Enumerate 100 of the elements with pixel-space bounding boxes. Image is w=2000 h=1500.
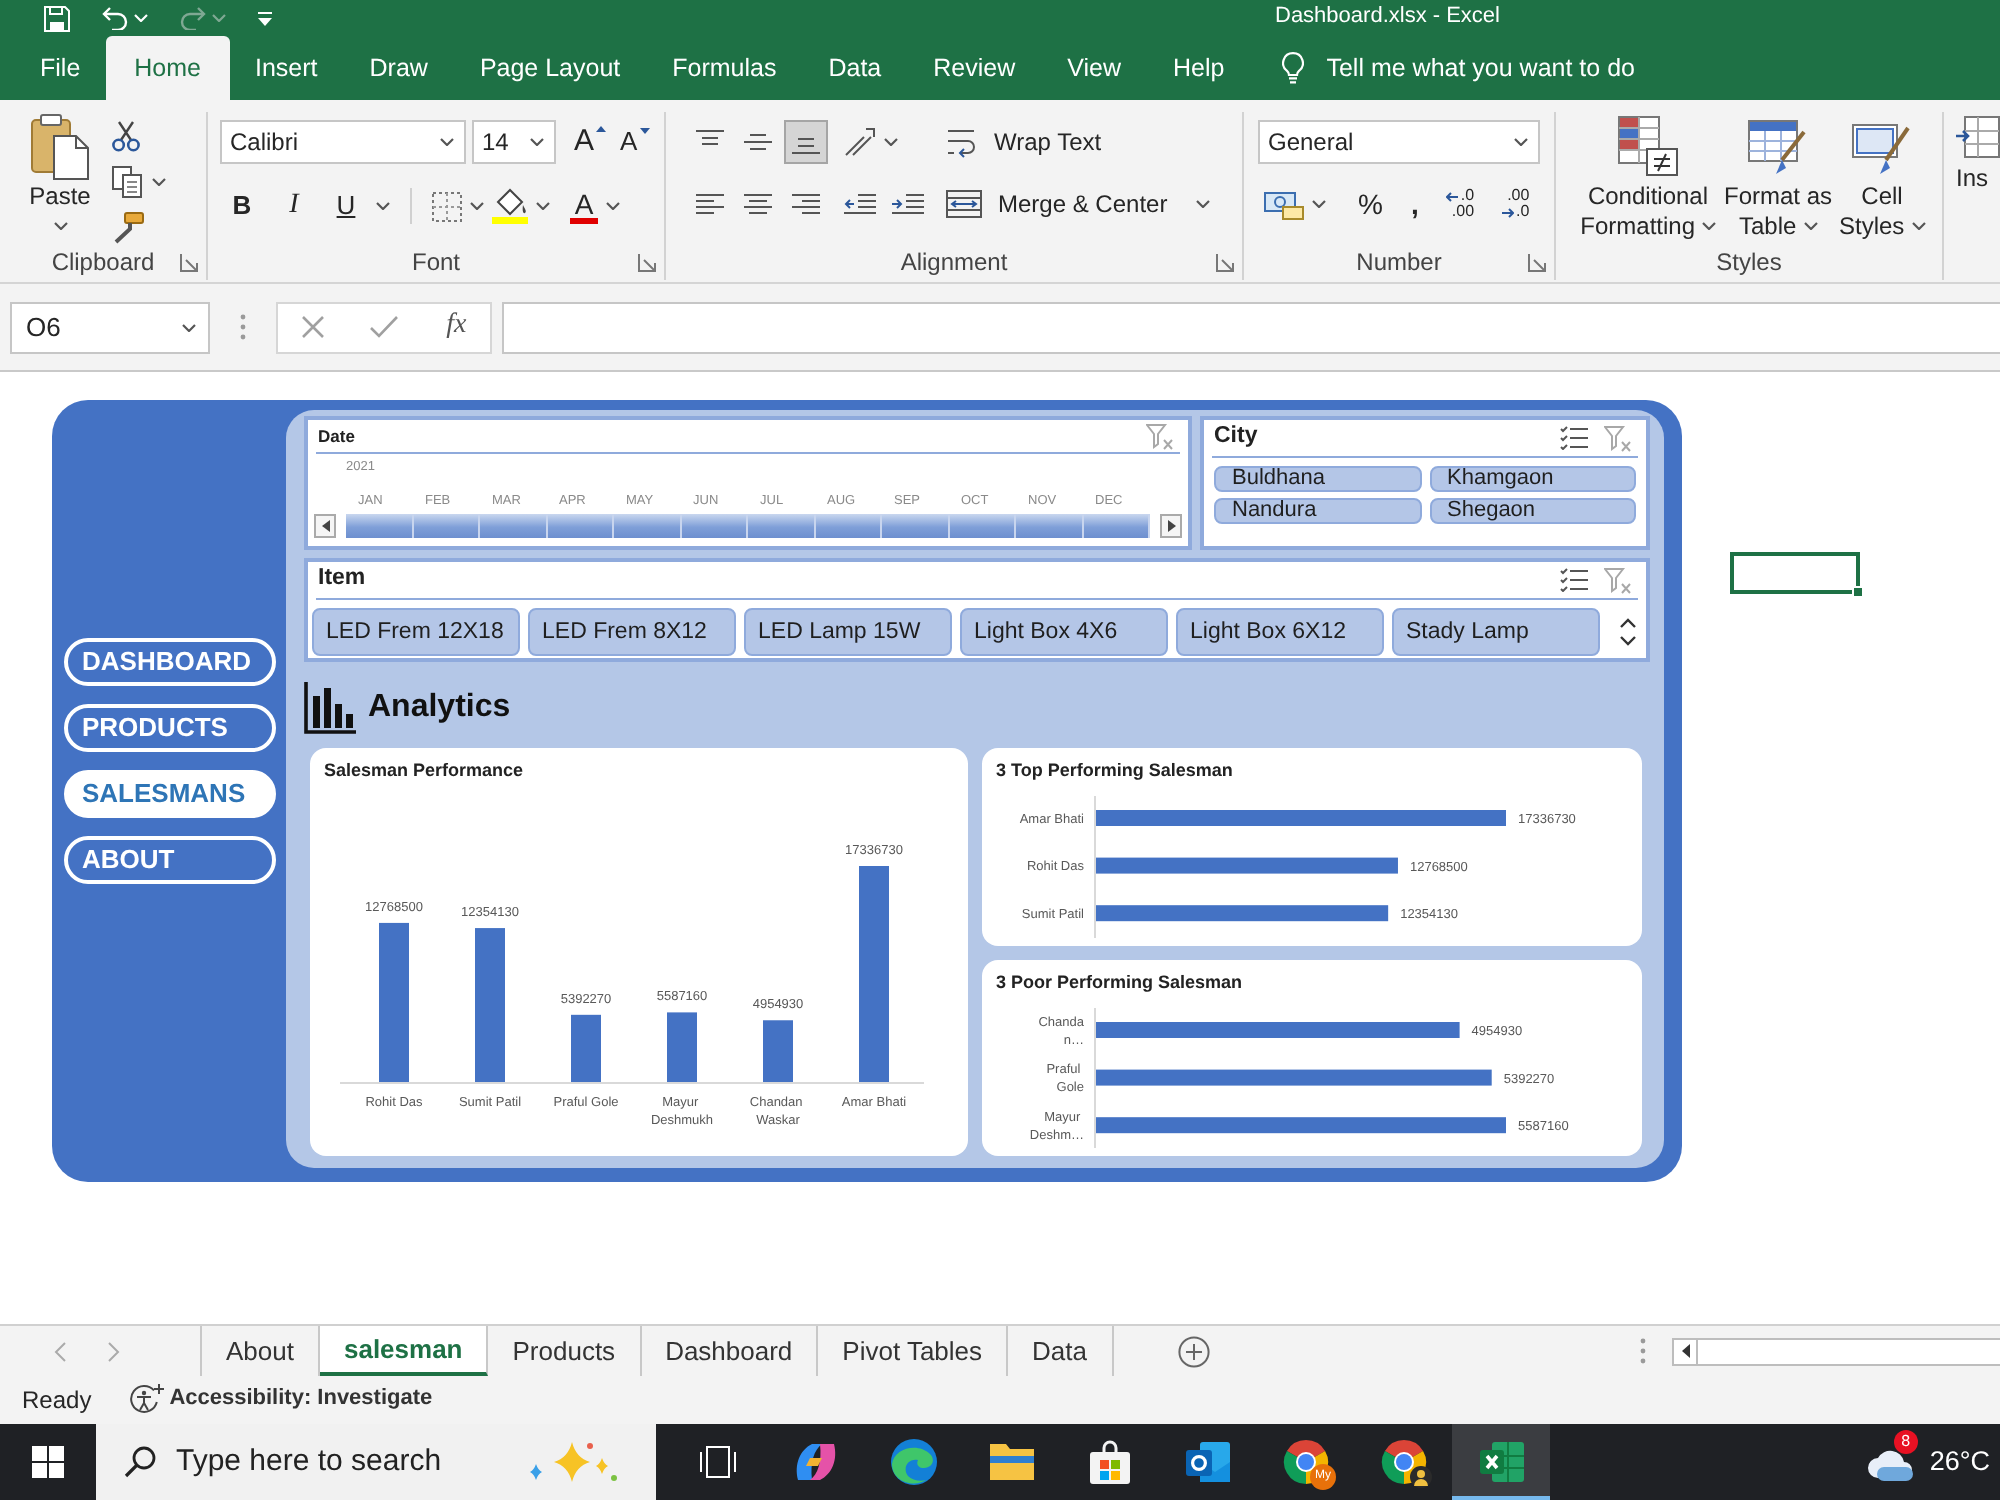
plus-circle-icon[interactable] — [1177, 1335, 1209, 1367]
merge-center-button[interactable]: Merge & Center — [946, 189, 1168, 219]
arrow-right-icon[interactable] — [1502, 207, 1515, 217]
align-middle-icon[interactable] — [744, 130, 772, 154]
ribbon-tab[interactable]: Insert — [229, 36, 344, 100]
corner-arrow-icon[interactable] — [1216, 253, 1234, 271]
font-size-field[interactable]: 14 — [472, 120, 556, 164]
undo-icon[interactable] — [102, 6, 128, 30]
caret-down-icon[interactable] — [182, 323, 196, 331]
wave-circle-icon[interactable] — [889, 1438, 937, 1486]
ribbon-tab[interactable]: Formulas — [646, 36, 803, 100]
chevron-up-icon[interactable] — [1620, 618, 1636, 628]
caret-down-icon[interactable] — [152, 178, 166, 186]
ribbon-tab[interactable]: Help — [1147, 36, 1251, 100]
ribbon-tab[interactable]: File — [14, 36, 107, 100]
align-left-icon[interactable] — [696, 192, 724, 216]
align-bottom-button[interactable] — [784, 120, 828, 164]
envelope-icon[interactable] — [1183, 1440, 1231, 1484]
caret-down-icon[interactable] — [884, 138, 898, 146]
increase-decimal-button[interactable]: .0 .00 — [1446, 188, 1475, 220]
save-icon[interactable] — [44, 5, 70, 31]
formula-input[interactable] — [502, 301, 2000, 353]
grow-font-button[interactable]: A — [574, 124, 607, 160]
ribbon-tab[interactable]: Review — [907, 36, 1042, 100]
task-view-icon[interactable] — [699, 1446, 735, 1478]
cell-styles-button[interactable]: Cell Styles — [1838, 112, 1926, 244]
border-icon[interactable] — [432, 191, 462, 221]
scroll-right-button[interactable] — [1160, 514, 1182, 538]
shrink-font-button[interactable]: A — [620, 126, 650, 158]
format-as-table-button[interactable]: Format as Table — [1722, 112, 1834, 244]
caret-down-icon[interactable] — [1911, 222, 1925, 231]
corner-arrow-icon[interactable] — [180, 253, 198, 271]
insert-cells-button[interactable]: Ins — [1944, 112, 2000, 194]
search-field[interactable]: Type here to search — [96, 1424, 656, 1500]
folder-icon[interactable] — [987, 1442, 1035, 1482]
table-brush-icon[interactable] — [1748, 115, 1808, 175]
tell-me-search[interactable]: Tell me what you want to do — [1282, 36, 1635, 100]
nav-button[interactable]: DASHBOARD — [64, 638, 276, 686]
slicer-item[interactable]: Shegaon — [1429, 498, 1636, 524]
slicer-item[interactable]: Nandura — [1214, 498, 1421, 524]
check-icon[interactable] — [370, 316, 399, 338]
money-icon[interactable] — [1264, 188, 1304, 220]
ribbon-tab[interactable]: Draw — [343, 36, 454, 100]
horizontal-scrollbar[interactable] — [1672, 1337, 2000, 1365]
search-icon[interactable] — [124, 1446, 156, 1478]
slicer-item[interactable]: LED Frem 8X12 — [528, 608, 736, 656]
conditional-formatting-button[interactable]: Conditional Formatting — [1578, 112, 1718, 244]
spreadsheet-icon[interactable] — [1477, 1440, 1525, 1484]
triangle-left-icon[interactable] — [321, 520, 329, 532]
caret-down-icon[interactable] — [440, 138, 454, 146]
bold-button[interactable]: B — [220, 184, 264, 228]
corner-arrow-icon[interactable] — [1528, 253, 1546, 271]
paintbrush-icon[interactable] — [112, 212, 144, 244]
align-right-icon[interactable] — [792, 192, 820, 216]
slicer-item[interactable]: Buldhana — [1214, 466, 1421, 492]
decrease-indent-icon[interactable] — [844, 192, 876, 216]
ribbon-tab[interactable]: View — [1041, 36, 1148, 100]
customize-caret-icon[interactable] — [258, 11, 272, 25]
font-color-button[interactable]: A — [570, 189, 598, 223]
nav-button[interactable]: PRODUCTS — [64, 704, 276, 752]
slicer-item[interactable]: Khamgaon — [1429, 466, 1636, 492]
arrow-left-icon[interactable] — [1446, 191, 1459, 201]
scroll-left-button[interactable] — [314, 514, 336, 538]
slicer-item[interactable]: Stady Lamp — [1392, 608, 1600, 656]
caret-down-icon[interactable] — [530, 138, 544, 146]
checklist-icon[interactable] — [1560, 568, 1588, 592]
wrap-text-icon[interactable] — [946, 126, 978, 158]
triangle-down-icon[interactable] — [639, 128, 650, 135]
nav-button[interactable]: ABOUT — [64, 836, 276, 884]
caret-down-icon[interactable] — [536, 202, 550, 210]
dots-icon[interactable] — [1640, 1338, 1646, 1364]
caret-down-icon[interactable] — [606, 202, 620, 210]
caret-down-icon[interactable] — [470, 202, 484, 210]
font-name-field[interactable]: Calibri — [220, 120, 466, 164]
wrap-text-button[interactable]: Wrap Text — [946, 126, 1102, 158]
slicer-item[interactable]: Light Box 6X12 — [1176, 608, 1384, 656]
slicer-item[interactable]: LED Lamp 15W — [744, 608, 952, 656]
triangle-right-icon[interactable] — [1167, 520, 1175, 532]
slanted-lines-icon[interactable] — [844, 128, 876, 156]
caret-down-icon[interactable] — [1803, 222, 1818, 231]
caret-down-icon[interactable] — [1701, 222, 1716, 231]
accessibility-icon[interactable] — [129, 1384, 164, 1416]
scissors-icon[interactable] — [112, 120, 140, 152]
checklist-icon[interactable] — [1560, 426, 1588, 450]
caret-down-icon[interactable] — [1195, 200, 1210, 208]
comma-button[interactable]: , — [1410, 187, 1419, 221]
slicer-item[interactable]: LED Frem 12X18 — [312, 608, 520, 656]
search-input[interactable]: Type here to search — [176, 1444, 506, 1480]
merge-cells-icon[interactable] — [946, 189, 982, 218]
lightbulb-icon[interactable] — [1282, 52, 1305, 84]
table-arrow-icon[interactable] — [1956, 116, 2000, 158]
chevron-down-icon[interactable] — [1620, 636, 1636, 646]
increase-indent-icon[interactable] — [892, 192, 924, 216]
insert-function-button[interactable]: fx — [446, 310, 467, 344]
decrease-decimal-button[interactable]: .00 .0 — [1502, 188, 1530, 220]
triangle-left-icon[interactable] — [1681, 1344, 1689, 1358]
sheet-tab[interactable]: salesman — [319, 1326, 489, 1376]
percent-button[interactable]: % — [1358, 187, 1383, 221]
copy-icon[interactable] — [112, 166, 142, 198]
corner-arrow-icon[interactable] — [638, 253, 656, 271]
